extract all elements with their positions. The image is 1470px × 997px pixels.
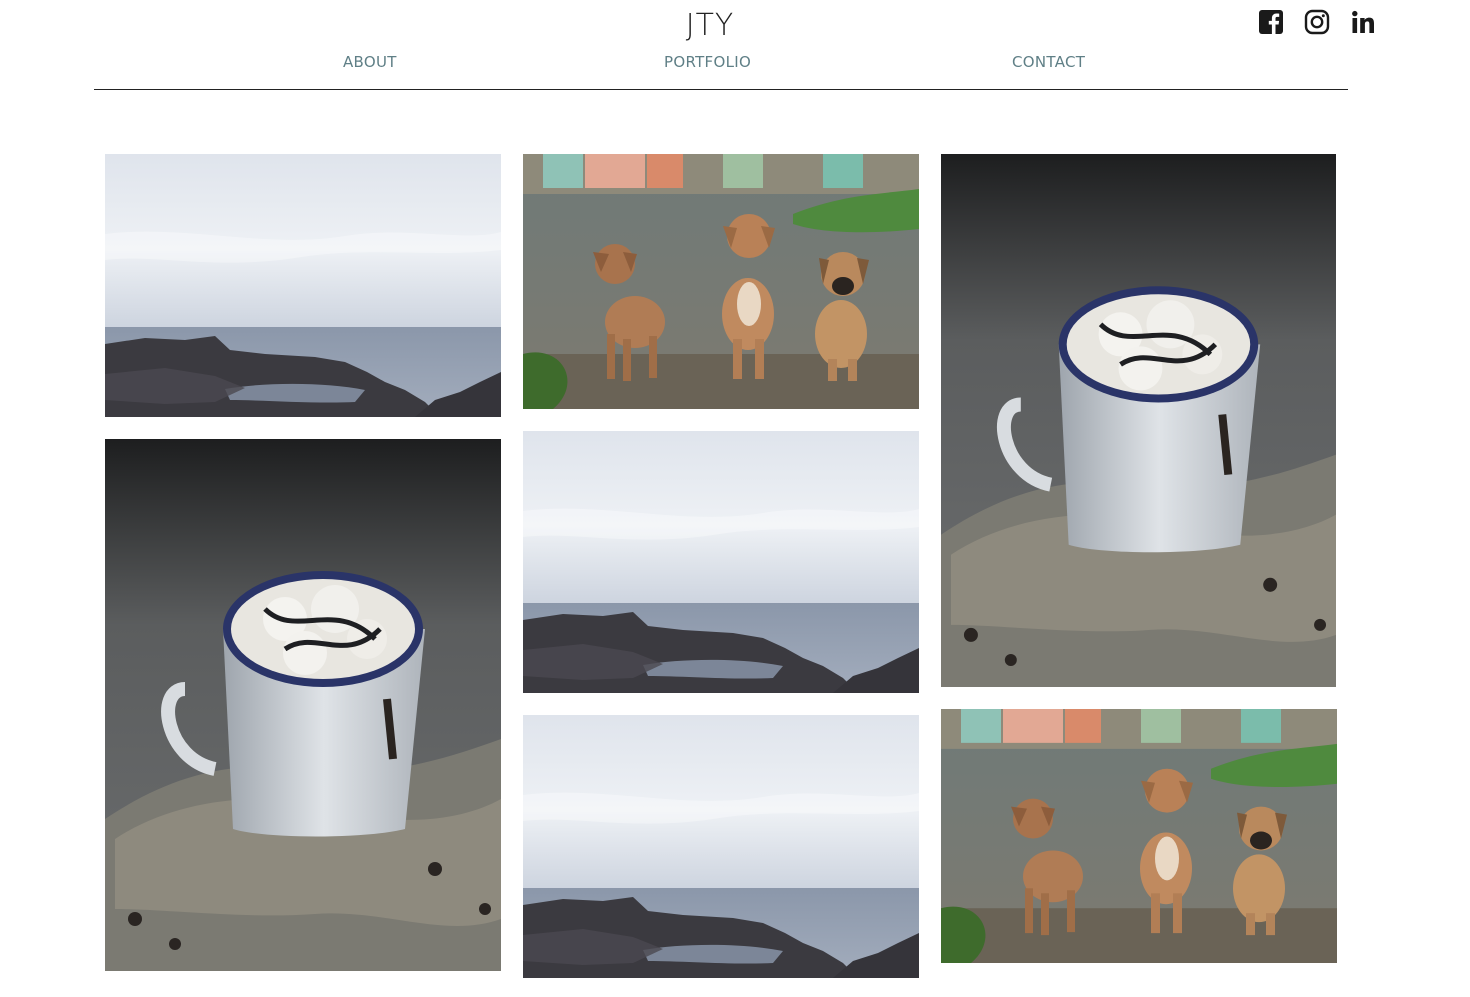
- page: JTY ABOUT PORTFOLIO CONTACT: [0, 0, 1470, 997]
- seascape-image: [105, 154, 501, 417]
- puppies-image: [523, 154, 919, 409]
- instagram-icon[interactable]: [1304, 9, 1330, 35]
- gallery-photo-cocoa-mug[interactable]: [105, 439, 501, 971]
- gallery-photo-cocoa-mug[interactable]: [941, 154, 1336, 687]
- nav-about[interactable]: ABOUT: [343, 53, 397, 71]
- nav-contact[interactable]: CONTACT: [1012, 53, 1085, 71]
- gallery-photo-seascape[interactable]: [523, 715, 919, 978]
- social-links: [1258, 9, 1376, 35]
- gallery-photo-seascape[interactable]: [523, 431, 919, 693]
- cocoa-mug-image: [105, 439, 501, 971]
- puppies-image: [941, 709, 1337, 963]
- seascape-image: [523, 431, 919, 693]
- gallery-photo-puppies[interactable]: [523, 154, 919, 409]
- cocoa-mug-image: [941, 154, 1336, 687]
- header-divider: [94, 89, 1348, 90]
- main-nav: ABOUT PORTFOLIO CONTACT: [0, 53, 1470, 77]
- facebook-icon[interactable]: [1258, 9, 1284, 35]
- nav-portfolio[interactable]: PORTFOLIO: [664, 53, 751, 71]
- linkedin-icon[interactable]: [1350, 9, 1376, 35]
- gallery-photo-puppies[interactable]: [941, 709, 1337, 963]
- gallery-photo-seascape[interactable]: [105, 154, 501, 417]
- site-title[interactable]: JTY: [0, 8, 1420, 43]
- seascape-image: [523, 715, 919, 978]
